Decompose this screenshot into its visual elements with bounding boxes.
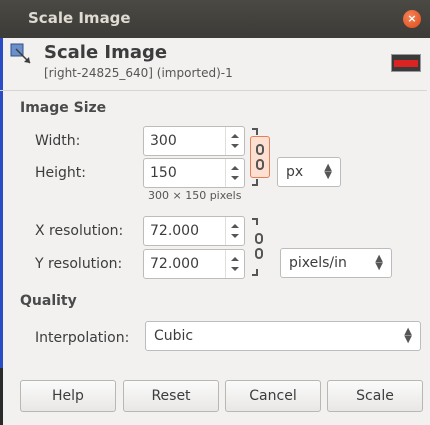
x-resolution-label: X resolution: <box>35 223 124 239</box>
image-thumbnail-icon <box>391 54 421 72</box>
interpolation-value: Cubic <box>154 328 194 344</box>
pixel-size-note: 300 × 150 pixels <box>148 189 242 202</box>
height-value: 150 <box>150 165 177 181</box>
scale-image-icon <box>10 43 31 64</box>
y-resolution-value: 72.000 <box>150 256 199 272</box>
height-spinbutton[interactable]: 150 <box>143 158 245 188</box>
cancel-button[interactable]: Cancel <box>225 380 321 412</box>
height-label: Height: <box>35 165 86 181</box>
scale-button[interactable]: Scale <box>327 380 423 412</box>
width-spinbutton[interactable]: 300 <box>143 126 245 156</box>
x-resolution-stepper-arrows[interactable] <box>225 217 244 245</box>
y-resolution-stepper-arrows[interactable] <box>225 250 244 278</box>
x-resolution-value: 72.000 <box>150 223 199 239</box>
x-resolution-spinbutton[interactable]: 72.000 <box>143 216 245 246</box>
width-value: 300 <box>150 133 177 149</box>
quality-heading: Quality <box>20 293 77 309</box>
image-size-heading: Image Size <box>20 100 107 116</box>
size-chain-link-button[interactable] <box>250 136 270 178</box>
reset-button[interactable]: Reset <box>123 380 219 412</box>
dialog-heading: Scale Image <box>44 42 168 63</box>
window-titlebar[interactable]: Scale Image × <box>0 0 430 38</box>
header-divider <box>0 90 427 91</box>
resolution-chain-link-button[interactable] <box>250 226 270 268</box>
window-title: Scale Image <box>28 9 131 27</box>
y-resolution-label: Y resolution: <box>35 256 123 272</box>
size-unit-value: px <box>286 164 304 180</box>
width-label: Width: <box>35 133 81 149</box>
select-arrows-icon: ▲ ▼ <box>324 162 332 181</box>
interpolation-select[interactable]: Cubic ▲ ▼ <box>145 321 421 351</box>
close-icon[interactable]: × <box>403 10 421 28</box>
interpolation-label: Interpolation: <box>35 330 130 346</box>
resolution-unit-select[interactable]: pixels/in ▲ ▼ <box>280 248 392 278</box>
y-resolution-spinbutton[interactable]: 72.000 <box>143 249 245 279</box>
chain-link-icon <box>256 144 264 155</box>
width-stepper-arrows[interactable] <box>225 127 244 155</box>
image-name: [right-24825_640] (imported)-1 <box>44 66 233 80</box>
select-arrows-icon: ▲ ▼ <box>375 253 383 272</box>
chain-link-icon <box>255 233 263 244</box>
height-stepper-arrows[interactable] <box>225 159 244 187</box>
resolution-unit-value: pixels/in <box>289 255 347 271</box>
help-button[interactable]: Help <box>20 380 116 412</box>
select-arrows-icon: ▲ ▼ <box>404 326 412 345</box>
size-unit-select[interactable]: px ▲ ▼ <box>277 157 341 187</box>
